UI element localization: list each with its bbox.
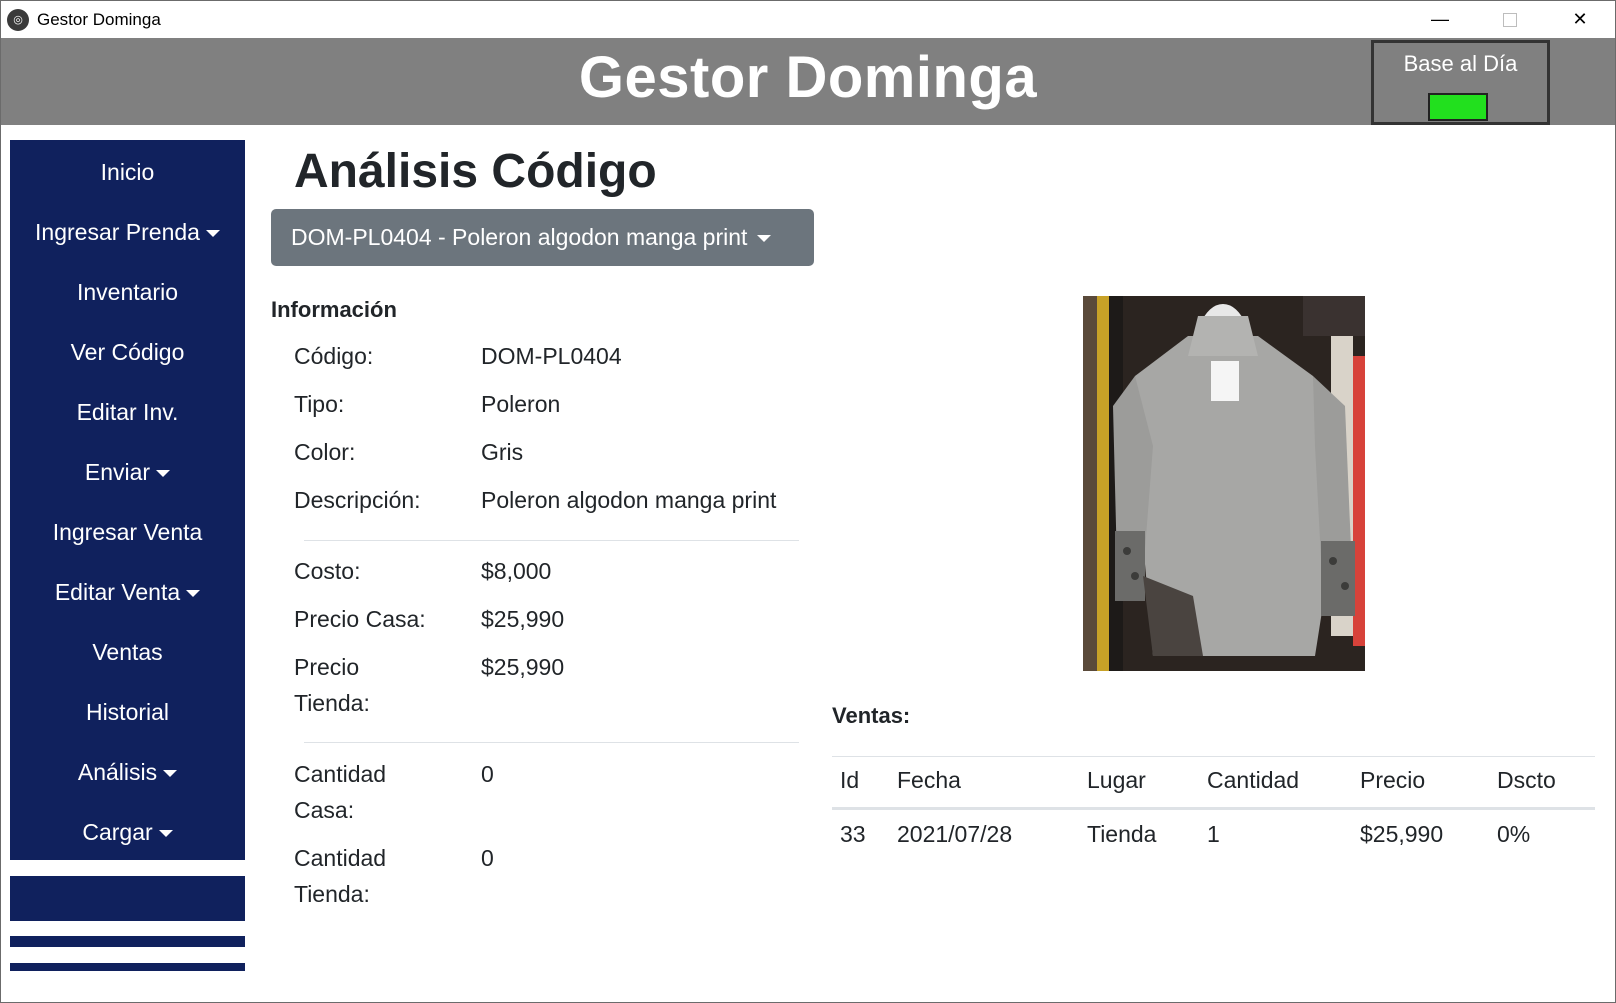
sidebar-item-analisis[interactable]: Análisis — [10, 752, 245, 792]
column-header-lugar: Lugar — [1087, 767, 1146, 793]
sidebar-item-label: Ver Código — [70, 339, 185, 365]
close-icon: ✕ — [1572, 9, 1588, 29]
divider — [304, 742, 799, 743]
codigo-label: Código: — [294, 343, 374, 369]
product-photo — [1083, 296, 1365, 671]
minimize-icon: — — [1431, 9, 1449, 29]
sidebar-item-label: Editar Venta — [54, 579, 181, 605]
sidebar-item-historial[interactable]: Historial — [10, 692, 245, 732]
table-border — [832, 756, 1595, 757]
chevron-down-icon — [757, 235, 772, 243]
app-header: Gestor Dominga Base al Día — [1, 38, 1615, 125]
cantidad-casa-label-line1: Cantidad — [294, 761, 387, 787]
column-header-id: Id — [840, 767, 860, 793]
divider — [304, 540, 799, 541]
caret-down-icon — [186, 590, 201, 598]
sidebar-item-label: Ventas — [92, 639, 163, 665]
column-header-cantidad: Cantidad — [1207, 767, 1300, 793]
precio-tienda-label-line1: Precio — [294, 654, 360, 680]
product-photo-graphic — [1083, 296, 1365, 671]
color-label: Color: — [294, 439, 356, 465]
db-status-label: Base al Día — [1403, 51, 1518, 76]
tipo-value: Poleron — [481, 391, 561, 417]
sidebar-item-editar-inv[interactable]: Editar Inv. — [10, 392, 245, 432]
title-bar: ◎ Gestor Dominga — ✕ — [1, 1, 1615, 38]
sidebar-block — [10, 876, 245, 921]
sidebar: Inicio Ingresar Prenda Inventario Ver Có… — [10, 140, 245, 860]
table-cell-cantidad: 1 — [1207, 821, 1220, 847]
sidebar-item-ingresar-venta[interactable]: Ingresar Venta — [10, 512, 245, 552]
table-cell-dscto: 0% — [1497, 821, 1531, 847]
sidebar-item-label: Inicio — [100, 159, 155, 185]
info-heading: Información — [271, 297, 397, 322]
sidebar-stripe — [10, 963, 245, 971]
sidebar-item-label: Enviar — [84, 459, 151, 485]
db-status-box: Base al Día — [1371, 40, 1550, 125]
sidebar-item-label: Editar Inv. — [76, 399, 179, 425]
close-button[interactable]: ✕ — [1545, 1, 1615, 38]
sidebar-item-inicio[interactable]: Inicio — [10, 152, 245, 192]
minimize-button[interactable]: — — [1405, 1, 1475, 38]
cantidad-casa-value: 0 — [481, 761, 494, 787]
sidebar-item-label: Inventario — [76, 279, 178, 305]
cantidad-tienda-label-line1: Cantidad — [294, 845, 387, 871]
cantidad-casa-label-line2: Casa: — [294, 797, 355, 823]
caret-down-icon — [158, 830, 173, 838]
sidebar-item-cargar[interactable]: Cargar — [10, 812, 245, 852]
sidebar-item-enviar[interactable]: Enviar — [10, 452, 245, 492]
table-cell-id: 33 — [840, 821, 866, 847]
table-cell-lugar: Tienda — [1087, 821, 1157, 847]
sidebar-item-inventario[interactable]: Inventario — [10, 272, 245, 312]
precio-tienda-value: $25,990 — [481, 654, 565, 680]
descripcion-value: Poleron algodon manga print — [481, 487, 777, 513]
sidebar-item-label: Ingresar Prenda — [35, 219, 200, 245]
costo-label: Costo: — [294, 558, 361, 584]
caret-down-icon — [156, 470, 171, 478]
db-status-indicator — [1428, 93, 1488, 121]
sidebar-item-label: Historial — [85, 699, 170, 725]
table-cell-precio: $25,990 — [1360, 821, 1444, 847]
cantidad-tienda-value: 0 — [481, 845, 494, 871]
tipo-label: Tipo: — [294, 391, 345, 417]
column-header-dscto: Dscto — [1497, 767, 1556, 793]
sidebar-item-label: Análisis — [77, 759, 158, 785]
sidebar-item-ver-codigo[interactable]: Ver Código — [10, 332, 245, 372]
maximize-icon — [1503, 12, 1517, 27]
color-value: Gris — [481, 439, 524, 465]
sidebar-item-ventas[interactable]: Ventas — [10, 632, 245, 672]
sidebar-item-label: Ingresar Venta — [52, 519, 203, 545]
code-select-dropdown[interactable]: DOM-PL0404 - Poleron algodon manga print — [271, 209, 814, 266]
window-title: Gestor Dominga — [37, 9, 161, 29]
maximize-button[interactable] — [1475, 1, 1545, 38]
window-controls: — ✕ — [1405, 1, 1615, 38]
app-logo-icon: ◎ — [7, 8, 29, 31]
app-window: ◎ Gestor Dominga — ✕ Gestor Dominga Base… — [0, 0, 1616, 1003]
sidebar-item-ingresar-prenda[interactable]: Ingresar Prenda — [10, 212, 245, 252]
page-title: Análisis Código — [294, 145, 657, 198]
caret-down-icon — [205, 230, 220, 238]
sidebar-item-label: Cargar — [82, 819, 153, 845]
codigo-value: DOM-PL0404 — [481, 343, 622, 369]
table-header-divider — [832, 807, 1595, 810]
column-header-precio: Precio — [1360, 767, 1426, 793]
precio-casa-value: $25,990 — [481, 606, 565, 632]
sidebar-stripe — [10, 936, 245, 947]
code-select-value: DOM-PL0404 - Poleron algodon manga print — [291, 224, 748, 250]
table-cell-fecha: 2021/07/28 — [897, 821, 1013, 847]
precio-tienda-label-line2: Tienda: — [294, 690, 370, 716]
column-header-fecha: Fecha — [897, 767, 961, 793]
cantidad-tienda-label-line2: Tienda: — [294, 881, 370, 907]
precio-casa-label: Precio Casa: — [294, 606, 426, 632]
ventas-heading: Ventas: — [832, 703, 911, 728]
caret-down-icon — [163, 770, 178, 778]
costo-value: $8,000 — [481, 558, 552, 584]
sidebar-item-editar-venta[interactable]: Editar Venta — [10, 572, 245, 612]
descripcion-label: Descripción: — [294, 487, 421, 513]
